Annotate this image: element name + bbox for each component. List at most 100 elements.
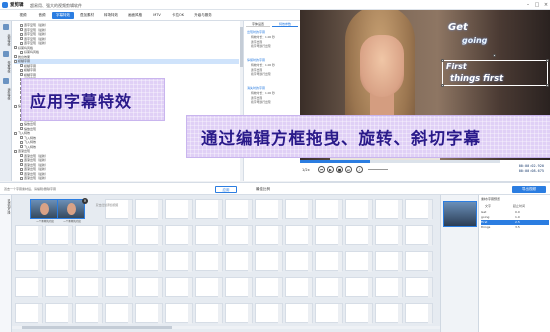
empty-storyboard-slot[interactable]	[75, 251, 103, 272]
checkbox-icon[interactable]	[20, 154, 23, 157]
empty-storyboard-slot[interactable]	[75, 303, 103, 324]
checkbox-icon[interactable]	[20, 136, 23, 139]
empty-storyboard-slot[interactable]	[285, 199, 313, 220]
preview-caption[interactable]: going	[462, 36, 487, 45]
checkbox-icon[interactable]	[20, 140, 23, 144]
checkbox-icon[interactable]	[14, 104, 17, 108]
empty-storyboard-slot[interactable]	[255, 251, 283, 272]
checkbox-icon[interactable]	[14, 131, 17, 135]
empty-storyboard-slot[interactable]	[45, 303, 73, 324]
stop-icon[interactable]: ■	[336, 166, 343, 173]
empty-storyboard-slot[interactable]	[165, 225, 193, 246]
empty-storyboard-slot[interactable]	[45, 251, 73, 272]
empty-storyboard-slot[interactable]	[165, 251, 193, 272]
checkbox-icon[interactable]	[20, 172, 23, 175]
empty-storyboard-slot[interactable]	[105, 199, 133, 220]
empty-storyboard-slot[interactable]	[345, 251, 373, 272]
empty-storyboard-slot[interactable]	[225, 251, 253, 272]
empty-storyboard-slot[interactable]	[315, 277, 343, 298]
checkbox-icon[interactable]	[20, 73, 23, 76]
empty-storyboard-slot[interactable]	[255, 225, 283, 246]
checkbox-icon[interactable]	[20, 23, 23, 27]
rotate-handle[interactable]	[493, 54, 496, 57]
empty-storyboard-slot[interactable]	[75, 277, 103, 298]
checkbox-icon[interactable]	[20, 41, 23, 45]
checkbox-icon[interactable]	[20, 167, 23, 171]
preview-caption-selected[interactable]: First	[446, 62, 467, 71]
checkbox-icon[interactable]	[20, 50, 23, 54]
volume-slider[interactable]	[368, 169, 388, 170]
empty-storyboard-slot[interactable]	[75, 225, 103, 246]
resize-handle[interactable]	[441, 59, 444, 62]
play-icon[interactable]: ▶	[327, 166, 334, 173]
empty-storyboard-slot[interactable]	[285, 251, 313, 272]
sidebar-tab-stay[interactable]: 停留特效	[1, 59, 11, 75]
empty-storyboard-slot[interactable]	[285, 277, 313, 298]
empty-storyboard-slot[interactable]	[105, 303, 133, 324]
checkbox-icon[interactable]	[20, 158, 23, 162]
empty-storyboard-slot[interactable]	[195, 303, 223, 324]
maximize-icon[interactable]: □	[533, 1, 541, 9]
sidebar-tab-disappear[interactable]: 消失特效	[1, 86, 11, 102]
empty-storyboard-slot[interactable]	[135, 225, 163, 246]
empty-storyboard-slot[interactable]	[345, 225, 373, 246]
empty-storyboard-slot[interactable]	[15, 225, 43, 246]
empty-storyboard-slot[interactable]	[225, 225, 253, 246]
empty-storyboard-slot[interactable]	[375, 277, 403, 298]
checkbox-icon[interactable]	[20, 68, 23, 72]
empty-storyboard-slot[interactable]	[255, 199, 283, 220]
empty-storyboard-slot[interactable]	[105, 225, 133, 246]
empty-storyboard-slot[interactable]	[345, 277, 373, 298]
sidebar-tab-appear[interactable]: 出现特效	[1, 32, 11, 48]
effect-tree-item[interactable]: 逐渐出现（最新）	[20, 176, 48, 181]
checkbox-icon[interactable]	[14, 59, 17, 63]
empty-storyboard-slot[interactable]	[315, 199, 343, 220]
subtitle-row[interactable]: things 3.5	[481, 225, 549, 230]
add-video-dropzone[interactable]: 双击此处添加视频	[90, 203, 124, 208]
checkbox-icon[interactable]	[14, 149, 17, 153]
empty-storyboard-slot[interactable]	[15, 303, 43, 324]
checkbox-icon[interactable]	[20, 64, 23, 67]
empty-storyboard-slot[interactable]	[405, 251, 433, 272]
material-thumbnail[interactable]	[443, 201, 477, 227]
empty-storyboard-slot[interactable]	[255, 303, 283, 324]
checkbox-icon[interactable]	[20, 127, 23, 130]
empty-storyboard-slot[interactable]	[195, 199, 223, 220]
empty-storyboard-slot[interactable]	[105, 277, 133, 298]
empty-storyboard-slot[interactable]	[405, 199, 433, 220]
tab-karaoke[interactable]: 卡拉OK	[168, 12, 188, 19]
timeline-clip-selected[interactable]: 一个素材的片段	[57, 199, 85, 223]
checkbox-icon[interactable]	[20, 122, 23, 126]
next-frame-icon[interactable]: ⏭	[345, 166, 352, 173]
tab-added-clips[interactable]: 已添加片段	[1, 199, 11, 214]
tab-video[interactable]: 视频	[14, 12, 32, 19]
empty-storyboard-slot[interactable]	[165, 303, 193, 324]
tab-upgrade[interactable]: 升级与服务	[190, 12, 216, 19]
empty-storyboard-slot[interactable]	[195, 225, 223, 246]
empty-storyboard-slot[interactable]	[45, 277, 73, 298]
empty-storyboard-slot[interactable]	[345, 303, 373, 324]
playback-progress-bar[interactable]	[300, 160, 500, 163]
empty-storyboard-slot[interactable]	[135, 303, 163, 324]
empty-storyboard-slot[interactable]	[15, 251, 43, 272]
apply-button[interactable]: 应用	[215, 186, 237, 193]
empty-storyboard-slot[interactable]	[375, 303, 403, 324]
empty-storyboard-slot[interactable]	[165, 277, 193, 298]
empty-storyboard-slot[interactable]	[135, 277, 163, 298]
tab-font-settings[interactable]: 字体设置	[246, 21, 270, 27]
checkbox-icon[interactable]	[20, 145, 23, 148]
empty-storyboard-slot[interactable]	[285, 303, 313, 324]
tab-audio[interactable]: 音频	[33, 12, 51, 19]
checkbox-icon[interactable]	[14, 46, 17, 49]
empty-storyboard-slot[interactable]	[45, 225, 73, 246]
checkbox-icon[interactable]	[20, 176, 23, 180]
empty-storyboard-slot[interactable]	[375, 199, 403, 220]
fit-ratio-button[interactable]: 最佳比例	[256, 187, 270, 192]
empty-storyboard-slot[interactable]	[285, 225, 313, 246]
checkbox-icon[interactable]	[20, 37, 23, 40]
speed-label[interactable]: 1/2x	[302, 168, 310, 172]
prev-frame-icon[interactable]: ⏮	[318, 166, 325, 173]
empty-storyboard-slot[interactable]	[375, 251, 403, 272]
empty-storyboard-slot[interactable]	[405, 225, 433, 246]
option-checkbox[interactable]: 按字母逐行出现	[247, 44, 299, 49]
